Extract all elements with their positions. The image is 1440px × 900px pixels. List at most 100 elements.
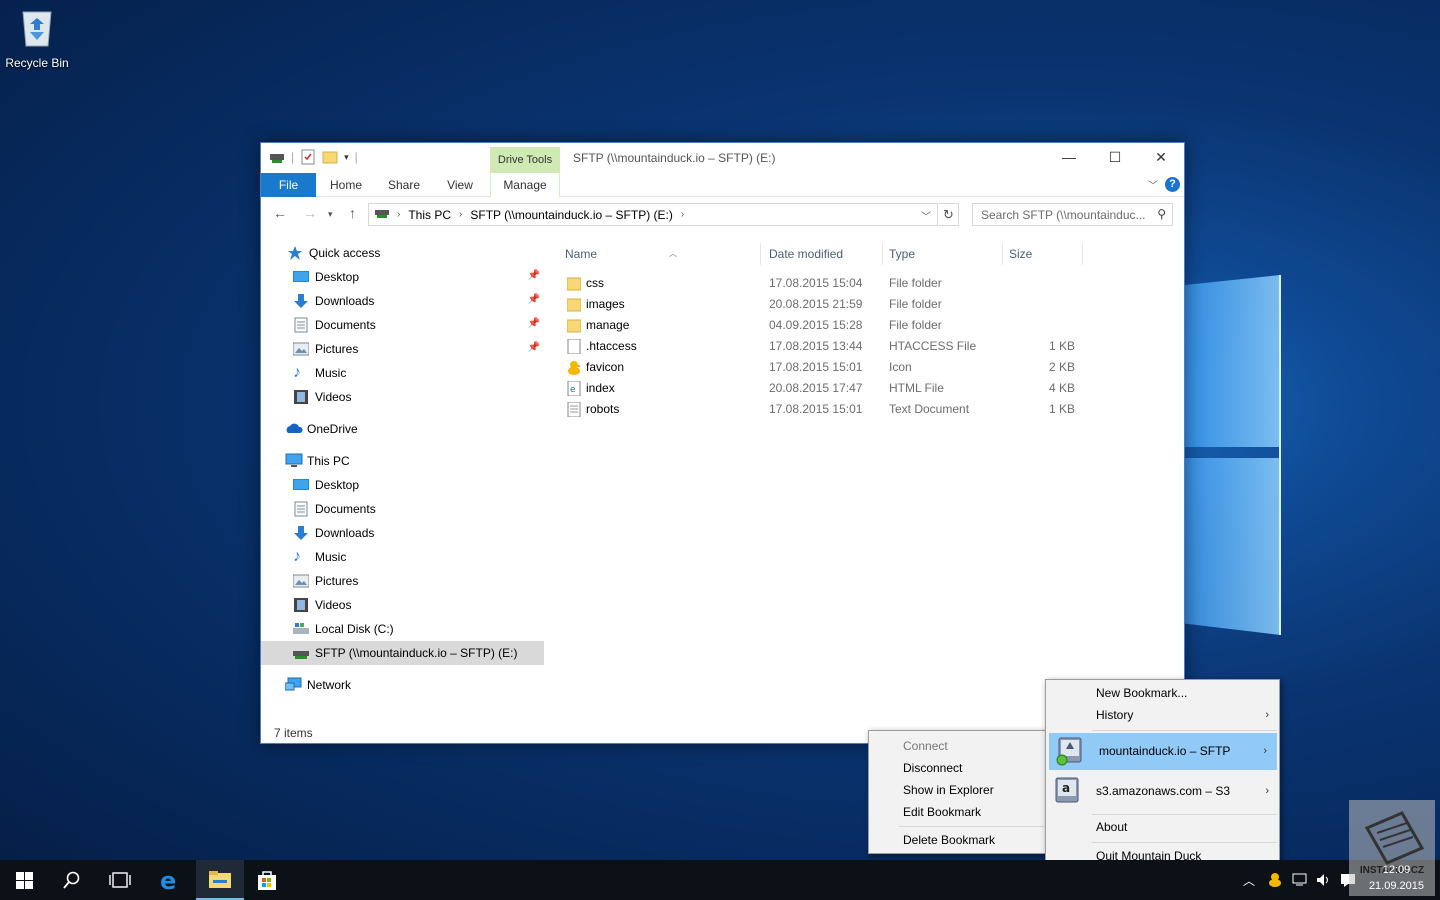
qat-customize-icon[interactable]: ▾: [344, 152, 349, 163]
nav-pc-music[interactable]: ♪ Music: [261, 545, 544, 569]
search-icon: [63, 871, 80, 889]
svg-text:e: e: [160, 869, 176, 891]
menu-bookmark-sftp[interactable]: mountainduck.io – SFTP ›: [1049, 733, 1277, 770]
nav-quick-videos[interactable]: Videos: [261, 385, 544, 409]
new-folder-icon[interactable]: [322, 149, 338, 165]
nav-quick-access[interactable]: Quick access: [261, 241, 544, 265]
recent-locations-icon[interactable]: ▾: [328, 209, 333, 220]
navigation-pane: Quick access Desktop 📌 Downloads 📌 Docum…: [261, 235, 547, 723]
file-name: manage: [586, 318, 630, 332]
nav-onedrive[interactable]: OneDrive: [261, 417, 544, 441]
status-bar-item-count: 7 items: [274, 726, 313, 740]
volume-icon[interactable]: [1316, 860, 1332, 900]
close-button[interactable]: ✕: [1138, 143, 1184, 173]
svg-text:a: a: [1062, 781, 1070, 795]
search-input[interactable]: Search SFTP (\\mountainduc... ⚲: [972, 203, 1173, 226]
breadcrumb-separator-icon[interactable]: ›: [681, 209, 684, 220]
menu-bookmark-s3[interactable]: a s3.amazonaws.com – S3 ›: [1046, 772, 1279, 810]
nav-label: Network: [307, 678, 352, 692]
table-row[interactable]: favicon 17.08.2015 15:01 Icon 2 KB: [561, 357, 1081, 378]
breadcrumb-separator-icon[interactable]: ›: [459, 209, 462, 220]
help-icon[interactable]: ?: [1165, 177, 1180, 192]
tab-share[interactable]: Share: [380, 173, 428, 197]
nav-quick-downloads[interactable]: Downloads 📌: [261, 289, 544, 313]
menu-delete-bookmark[interactable]: Delete Bookmark: [869, 829, 1046, 851]
breadcrumb-sftp-drive[interactable]: SFTP (\\mountainduck.io – SFTP) (E:): [470, 208, 673, 222]
nav-pc-pictures[interactable]: Pictures: [261, 569, 544, 593]
store-button[interactable]: [243, 860, 291, 900]
menu-separator: [1092, 842, 1277, 843]
file-name: .htaccess: [586, 339, 637, 353]
table-row[interactable]: .htaccess 17.08.2015 13:44 HTACCESS File…: [561, 336, 1081, 357]
desktop-icon: [293, 477, 309, 493]
column-header-name[interactable]: Name ︿: [561, 243, 761, 265]
nav-quick-pictures[interactable]: Pictures 📌: [261, 337, 544, 361]
nav-quick-documents[interactable]: Documents 📌: [261, 313, 544, 337]
table-row[interactable]: images 20.08.2015 21:59 File folder: [561, 294, 1081, 315]
duck-icon: [567, 360, 581, 375]
breadcrumb-this-pc[interactable]: This PC: [408, 208, 451, 222]
tab-view[interactable]: View: [437, 173, 483, 197]
search-button[interactable]: [48, 860, 96, 900]
menu-new-bookmark[interactable]: New Bookmark...: [1046, 682, 1279, 704]
title-bar[interactable]: | ▾ | Drive Tools SFTP (\\mountainduck.i…: [261, 143, 1184, 173]
menu-history[interactable]: History ›: [1046, 704, 1279, 726]
menu-connect[interactable]: Connect: [869, 735, 1046, 757]
pin-icon[interactable]: 📌: [528, 270, 540, 281]
file-type: Icon: [889, 360, 912, 374]
drive-icon[interactable]: [269, 149, 285, 165]
table-row[interactable]: e index 20.08.2015 17:47 HTML File 4 KB: [561, 378, 1081, 399]
address-dropdown-icon[interactable]: ﹀: [921, 208, 931, 223]
breadcrumb-separator-icon[interactable]: ›: [397, 209, 400, 220]
table-row[interactable]: css 17.08.2015 15:04 File folder: [561, 273, 1081, 294]
expand-ribbon-icon[interactable]: ﹀: [1148, 177, 1158, 192]
pin-icon[interactable]: 📌: [528, 294, 540, 305]
address-bar[interactable]: › This PC › SFTP (\\mountainduck.io – SF…: [368, 203, 938, 226]
column-header-date[interactable]: Date modified: [765, 243, 883, 265]
tab-home[interactable]: Home: [323, 173, 369, 197]
nav-label: Music: [315, 366, 347, 380]
table-row[interactable]: robots 17.08.2015 15:01 Text Document 1 …: [561, 399, 1081, 420]
windows-start-icon: [15, 871, 33, 889]
menu-disconnect[interactable]: Disconnect: [869, 757, 1046, 779]
menu-about[interactable]: About: [1046, 816, 1279, 838]
submenu-arrow-icon: ›: [1265, 709, 1269, 721]
back-arrow-icon[interactable]: ←: [273, 205, 287, 221]
tab-file[interactable]: File: [261, 173, 316, 197]
nav-sftp-drive[interactable]: SFTP (\\mountainduck.io – SFTP) (E:): [261, 641, 544, 665]
network-tray-icon[interactable]: [1292, 860, 1308, 900]
pin-icon[interactable]: 📌: [528, 318, 540, 329]
column-header-type[interactable]: Type: [885, 243, 1003, 265]
task-view-button[interactable]: [96, 860, 144, 900]
file-explorer-button[interactable]: [196, 860, 244, 900]
recycle-bin-shortcut[interactable]: Recycle Bin: [2, 6, 72, 70]
edge-button[interactable]: e: [146, 860, 194, 900]
menu-edit-bookmark[interactable]: Edit Bookmark: [869, 801, 1046, 823]
nav-pc-documents[interactable]: Documents: [261, 497, 544, 521]
show-hidden-icons[interactable]: ︿: [1243, 860, 1255, 900]
nav-pc-downloads[interactable]: Downloads: [261, 521, 544, 545]
nav-pc-videos[interactable]: Videos: [261, 593, 544, 617]
properties-icon[interactable]: [300, 149, 316, 165]
up-arrow-icon[interactable]: ↑: [349, 205, 356, 221]
menu-show-in-explorer[interactable]: Show in Explorer: [869, 779, 1046, 801]
minimize-button[interactable]: —: [1046, 143, 1092, 173]
nav-quick-desktop[interactable]: Desktop 📌: [261, 265, 544, 289]
bookmark-amazon-icon: a: [1052, 776, 1082, 806]
nav-this-pc[interactable]: This PC: [261, 449, 544, 473]
nav-local-disk[interactable]: Local Disk (C:): [261, 617, 544, 641]
nav-quick-music[interactable]: ♪ Music: [261, 361, 544, 385]
pin-icon[interactable]: 📌: [528, 342, 540, 353]
nav-pc-desktop[interactable]: Desktop: [261, 473, 544, 497]
start-button[interactable]: [0, 860, 48, 900]
maximize-button[interactable]: ☐: [1092, 143, 1138, 173]
file-icon: [567, 338, 581, 355]
forward-arrow-icon[interactable]: →: [303, 205, 317, 221]
nav-network[interactable]: Network: [261, 673, 544, 697]
clock[interactable]: 12:09 21.09.2015: [1369, 862, 1424, 894]
refresh-button[interactable]: ↻: [939, 203, 959, 226]
table-row[interactable]: manage 04.09.2015 15:28 File folder: [561, 315, 1081, 336]
column-header-size[interactable]: Size: [1005, 243, 1083, 265]
tab-manage[interactable]: Manage: [490, 173, 560, 197]
mountain-duck-tray-icon[interactable]: [1268, 860, 1282, 900]
